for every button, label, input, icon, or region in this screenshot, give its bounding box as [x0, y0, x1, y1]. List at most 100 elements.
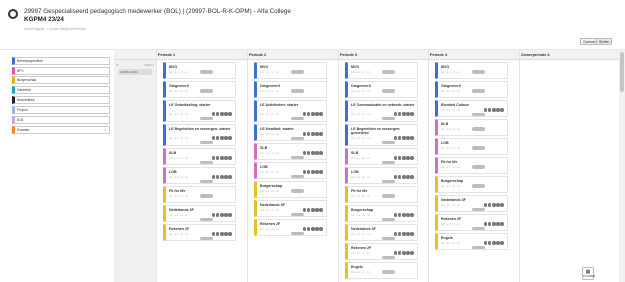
course-card[interactable]: LE Kwaliteit: starter ph ex st ol: [254, 124, 327, 141]
course-card[interactable]: Nederlands 3F ph ex st ol: [435, 195, 508, 212]
status-dot: [302, 169, 307, 174]
course-card[interactable]: MVO ph ex st ol: [163, 62, 236, 79]
page-title: 29997 Gespecialiseerd pedagogisch medewe…: [24, 8, 291, 15]
status-dot: [397, 135, 402, 140]
course-card[interactable]: LOB ph ex st ol: [254, 162, 327, 179]
status-pill: [382, 70, 395, 74]
course-card[interactable]: Blended Cultuur ph ex st ol: [435, 100, 508, 117]
course-meta: ph ex st ol: [441, 203, 461, 207]
course-card[interactable]: Rekenen 2F ph ex st ol: [163, 224, 236, 241]
category-item[interactable]: Project: [12, 106, 110, 114]
status-pill: [200, 140, 213, 145]
status-dots: [211, 135, 232, 140]
status-dot: [319, 226, 323, 231]
course-card[interactable]: Fit for life ph ex st ol: [435, 157, 508, 174]
status-dot: [406, 231, 410, 236]
status-dots: [211, 212, 232, 217]
course-card[interactable]: MVO ph ex st ol: [345, 62, 418, 79]
category-item[interactable]: SLB: [12, 116, 110, 124]
status-dot: [406, 135, 410, 140]
course-card[interactable]: Burgerschap ph ex st ol: [254, 181, 327, 198]
course-card[interactable]: MVO ph ex st ol: [254, 62, 327, 79]
status-dot: [215, 174, 220, 179]
status-dot: [406, 212, 410, 217]
course-card[interactable]: LE Ontwikkeling: starter ph ex st ol: [163, 100, 236, 122]
scrollbar-thumb[interactable]: [620, 52, 624, 92]
course-card[interactable]: LOB ph ex st ol: [435, 138, 508, 155]
course-card[interactable]: LE Communicatie en netwerk: starter ph ex…: [345, 100, 418, 122]
course-card[interactable]: LE Begeleiden en verzorgen: gevorderd ph …: [345, 124, 418, 146]
category-item[interactable]: Examen 1: [12, 126, 110, 134]
status-pill: [382, 140, 395, 145]
status-dots: [393, 155, 414, 160]
course-card[interactable]: Nederlands 3F ph ex st ol: [163, 205, 236, 222]
course-card[interactable]: Fit for life ph ex st ol: [163, 186, 236, 203]
status-pill: [382, 270, 395, 274]
vertical-scrollbar[interactable]: [619, 50, 625, 282]
course-meta: ph ex st ol: [260, 208, 280, 212]
status-dot: [311, 169, 315, 174]
course-meta: ph ex st ol: [351, 213, 371, 217]
category-label: Project: [17, 108, 28, 112]
status-pill: [472, 245, 485, 250]
course-meta: ph ex st ol: [260, 70, 280, 74]
course-card[interactable]: LE Begeleiden en verzorgen: starter ph ex…: [163, 124, 236, 146]
course-card[interactable]: Fit for life ph ex st ol: [345, 186, 418, 203]
course-card[interactable]: SLB ph ex st ol: [435, 119, 508, 136]
status-dot: [220, 155, 224, 160]
course-name: LE Begeleiden en verzorgen: gevorderd: [351, 127, 401, 136]
course-card[interactable]: Engels ph ex st ol: [345, 262, 418, 279]
status-dot: [215, 111, 220, 116]
category-item[interactable]: BPV: [12, 67, 110, 75]
course-card[interactable]: SLB ph ex st ol: [254, 143, 327, 160]
course-card[interactable]: LOB ph ex st ol: [163, 167, 236, 184]
status-dot: [302, 226, 307, 231]
category-item[interactable]: Generiek: [12, 86, 110, 94]
course-card[interactable]: Omgeveerit ph ex st ol: [254, 81, 327, 98]
class-row-bar[interactable]: KGPM4 23/24: [118, 69, 152, 75]
status-pill: [382, 179, 395, 184]
status-pill: [200, 89, 213, 93]
course-card[interactable]: Burgerschap ph ex st ol: [435, 176, 508, 193]
course-card[interactable]: LE Activiteiten: starter ph ex st ol: [254, 100, 327, 122]
close-button[interactable]: Sluiten: [596, 38, 613, 45]
status-dot: [220, 135, 224, 140]
status-dot: [228, 111, 232, 116]
course-card[interactable]: SLB ph ex st ol: [163, 148, 236, 165]
category-item[interactable]: Keuzedelen: [12, 96, 110, 104]
status-dot: [496, 202, 500, 207]
course-card[interactable]: SLB ph ex st ol: [345, 148, 418, 165]
course-card[interactable]: Burgerschap ph ex st ol: [345, 205, 418, 222]
course-card[interactable]: Rekenen 2F ph ex st ol: [254, 219, 327, 236]
status-dot: [224, 212, 228, 217]
course-meta: ph ex st ol: [351, 251, 371, 255]
course-card[interactable]: Engels ph ex st ol: [435, 233, 508, 250]
course-card[interactable]: Rekenen 2F ph ex st ol: [435, 214, 508, 231]
course-card[interactable]: Omgeveerit ph ex st ol: [435, 81, 508, 98]
course-meta: ph ex st ol: [260, 227, 280, 231]
status-dot: [410, 250, 414, 255]
course-name: Burgerschap: [260, 184, 283, 188]
course-name: LOB: [441, 141, 449, 145]
category-item[interactable]: Burgerschap: [12, 76, 110, 84]
course-name: Omgeveerit: [260, 84, 280, 88]
course-meta: ph ex st ol: [260, 151, 280, 155]
course-card[interactable]: MVO ph ex st ol: [435, 62, 508, 79]
course-card[interactable]: Nederlands 3F ph ex st ol: [345, 224, 418, 241]
course-card[interactable]: Nederlands 3F ph ex st ol: [254, 200, 327, 217]
status-dot: [224, 135, 228, 140]
course-meta: ph ex st ol: [169, 232, 189, 236]
status-pill: [472, 146, 485, 150]
course-card[interactable]: LOB ph ex st ol: [345, 167, 418, 184]
status-dot: [302, 111, 307, 116]
course-name: MVO: [260, 65, 269, 69]
status-dots: [393, 174, 414, 179]
course-card[interactable]: Omgeveerit ph ex st ol: [163, 81, 236, 98]
category-item[interactable]: Beroepsspecifiek: [12, 57, 110, 65]
course-card[interactable]: Rekenen 2F ph ex st ol: [345, 243, 418, 260]
breadcrumb[interactable]: Opleidingsplan > Lessen bekijken/bewerke…: [24, 27, 86, 31]
course-card[interactable]: Omgeveerit ph ex st ol: [345, 81, 418, 98]
course-name: Burgerschap: [441, 179, 464, 183]
planner-button[interactable]: ▦ PLANNER: [582, 267, 595, 280]
back-circle-icon[interactable]: [8, 9, 18, 19]
